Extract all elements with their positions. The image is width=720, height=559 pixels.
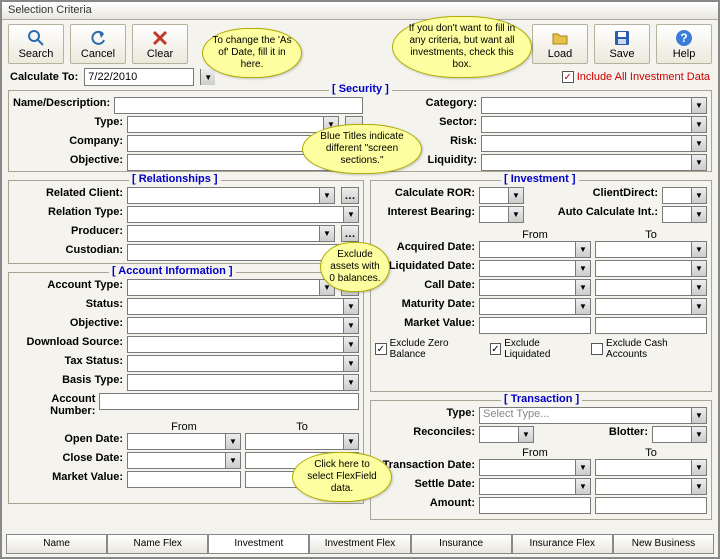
- name-description-input[interactable]: [114, 97, 363, 114]
- inv-market-to[interactable]: [595, 317, 707, 334]
- account-type-combo[interactable]: ▼: [127, 279, 335, 296]
- client-direct-combo[interactable]: ▼: [662, 187, 707, 204]
- svg-text:?: ?: [680, 31, 687, 45]
- calculate-to-field[interactable]: 7/22/2010: [84, 68, 194, 86]
- calculate-to-label: Calculate To:: [10, 71, 78, 83]
- settle-from[interactable]: ▼: [479, 478, 591, 495]
- producer-more[interactable]: …: [341, 225, 359, 242]
- calc-ror-combo[interactable]: ▼: [479, 187, 524, 204]
- account-info-title: [ Account Information ]: [109, 265, 236, 277]
- basis-type-combo[interactable]: ▼: [127, 374, 359, 391]
- close-date-from[interactable]: ▼: [127, 452, 241, 469]
- tx-type-combo[interactable]: Select Type...▼: [479, 407, 707, 424]
- tab-insurance-flex[interactable]: Insurance Flex: [512, 535, 613, 554]
- acquired-to[interactable]: ▼: [595, 241, 707, 258]
- producer-combo[interactable]: ▼: [127, 225, 335, 242]
- liquidated-to[interactable]: ▼: [595, 260, 707, 277]
- save-icon: [613, 29, 631, 47]
- tab-name-flex[interactable]: Name Flex: [107, 535, 208, 554]
- inv-market-from[interactable]: [479, 317, 591, 334]
- search-button[interactable]: Search: [8, 24, 64, 64]
- acct-market-from[interactable]: [127, 471, 241, 488]
- amount-from[interactable]: [479, 497, 591, 514]
- bottom-tabs: NameName FlexInvestmentInvestment FlexIn…: [6, 534, 714, 554]
- interest-bearing-combo[interactable]: ▼: [479, 206, 524, 223]
- include-all-label: Include All Investment Data: [577, 71, 710, 83]
- exclude-zero-checkbox[interactable]: ✓: [375, 343, 387, 355]
- clear-icon: [151, 29, 169, 47]
- exclude-liquidated-checkbox[interactable]: ✓: [490, 343, 502, 355]
- tx-date-to[interactable]: ▼: [595, 459, 707, 476]
- investment-group: [ Investment ] Calculate ROR:▼ ClientDir…: [370, 180, 712, 392]
- transaction-group: [ Transaction ] Type:Select Type...▼ Rec…: [370, 400, 712, 520]
- relationships-title: [ Relationships ]: [129, 173, 221, 185]
- help-icon: ?: [675, 29, 693, 47]
- tab-insurance[interactable]: Insurance: [411, 535, 512, 554]
- clear-button[interactable]: Clear: [132, 24, 188, 64]
- help-button[interactable]: ? Help: [656, 24, 712, 64]
- download-source-combo[interactable]: ▼: [127, 336, 359, 353]
- security-type-combo[interactable]: ▼: [127, 116, 339, 133]
- risk-combo[interactable]: ▼: [481, 135, 707, 152]
- save-button[interactable]: Save: [594, 24, 650, 64]
- tab-new-business[interactable]: New Business: [613, 535, 714, 554]
- callout-include: If you don't want to fill in any criteri…: [392, 16, 532, 78]
- maturity-to[interactable]: ▼: [595, 298, 707, 315]
- undo-icon: [89, 29, 107, 47]
- main-toolbar: Search Cancel Clear Load Save ? Help: [2, 20, 718, 66]
- sector-combo[interactable]: ▼: [481, 116, 707, 133]
- include-all-checkbox[interactable]: ✓: [562, 71, 574, 83]
- relationships-group: [ Relationships ] Related Client:▼… Rela…: [8, 180, 364, 264]
- auto-calc-combo[interactable]: ▼: [662, 206, 707, 223]
- call-from[interactable]: ▼: [479, 279, 591, 296]
- exclude-cash-checkbox[interactable]: [591, 343, 603, 355]
- status-combo[interactable]: ▼: [127, 298, 359, 315]
- open-date-from[interactable]: ▼: [127, 433, 241, 450]
- tab-investment[interactable]: Investment: [208, 535, 309, 554]
- folder-icon: [551, 29, 569, 47]
- transaction-title: [ Transaction ]: [501, 393, 582, 405]
- callout-blue: Blue Titles indicate different "screen s…: [302, 124, 422, 174]
- tab-name[interactable]: Name: [6, 535, 107, 554]
- account-number-input[interactable]: [99, 393, 359, 410]
- tax-status-combo[interactable]: ▼: [127, 355, 359, 372]
- calculate-to-dropdown[interactable]: ▼: [200, 69, 215, 85]
- category-combo[interactable]: ▼: [481, 97, 707, 114]
- callout-zero: Exclude assets with 0 balances.: [320, 242, 390, 292]
- load-button[interactable]: Load: [532, 24, 588, 64]
- liquidated-from[interactable]: ▼: [479, 260, 591, 277]
- search-icon: [27, 29, 45, 47]
- callout-flex: Click here to select FlexField data.: [292, 452, 392, 502]
- reconciles-combo[interactable]: ▼: [479, 426, 534, 443]
- account-objective-combo[interactable]: ▼: [127, 317, 359, 334]
- security-title: [ Security ]: [329, 83, 392, 95]
- blotter-combo[interactable]: ▼: [652, 426, 707, 443]
- relation-type-combo[interactable]: ▼: [127, 206, 359, 223]
- investment-title: [ Investment ]: [501, 173, 579, 185]
- settle-to[interactable]: ▼: [595, 478, 707, 495]
- call-to[interactable]: ▼: [595, 279, 707, 296]
- tab-investment-flex[interactable]: Investment Flex: [309, 535, 410, 554]
- tx-date-from[interactable]: ▼: [479, 459, 591, 476]
- cancel-button[interactable]: Cancel: [70, 24, 126, 64]
- related-client-more[interactable]: …: [341, 187, 359, 204]
- amount-to[interactable]: [595, 497, 707, 514]
- maturity-from[interactable]: ▼: [479, 298, 591, 315]
- related-client-combo[interactable]: ▼: [127, 187, 335, 204]
- callout-asof: To change the 'As of' Date, fill it in h…: [202, 28, 302, 78]
- open-date-to[interactable]: ▼: [245, 433, 359, 450]
- liquidity-combo[interactable]: ▼: [481, 154, 707, 171]
- window-title: Selection Criteria: [2, 2, 718, 20]
- acquired-from[interactable]: ▼: [479, 241, 591, 258]
